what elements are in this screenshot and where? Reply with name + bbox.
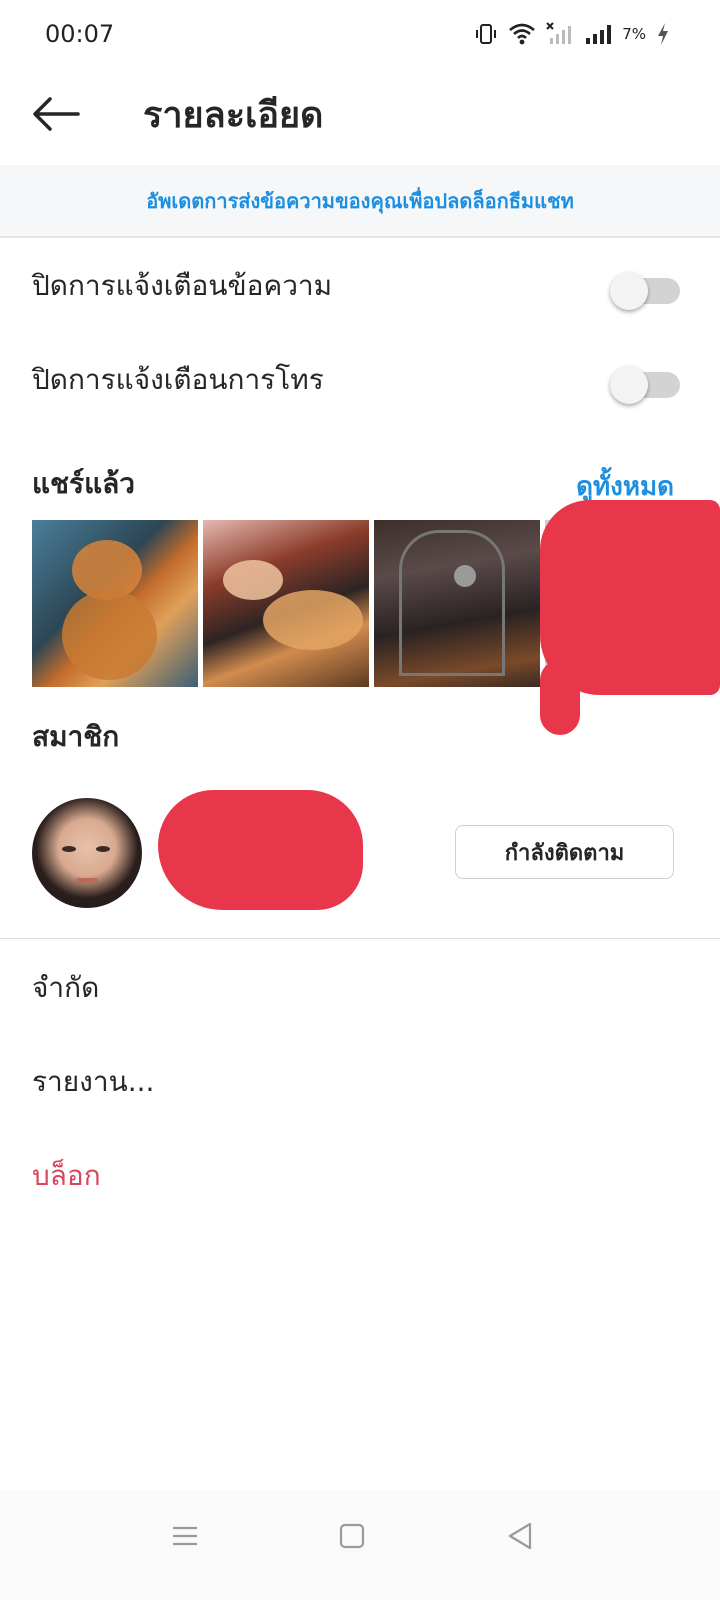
signal-off-icon — [546, 22, 574, 46]
avatar[interactable] — [32, 798, 142, 908]
shared-section-title: แชร์แล้ว — [32, 467, 136, 500]
shared-thumbnail-cat-1[interactable] — [32, 520, 198, 687]
home-button[interactable] — [322, 1508, 382, 1568]
arrow-left-icon — [32, 96, 80, 136]
shared-thumbnail-cat-2[interactable] — [203, 520, 369, 687]
block-action[interactable]: บล็อก — [32, 1154, 101, 1198]
toggle-knob — [610, 366, 648, 404]
members-section-title: สมาชิก — [32, 720, 120, 753]
redaction-mark — [158, 790, 363, 910]
app-header: รายละเอียด — [0, 70, 720, 165]
back-triangle-icon — [507, 1522, 533, 1554]
banner-link[interactable]: อัพเดตการส่งข้อความของคุณเพื่อปลดล็อกธีม… — [146, 185, 574, 217]
status-bar: 00:07 7% — [0, 0, 720, 70]
home-square-icon — [339, 1523, 365, 1553]
setting-label-mute-calls: ปิดการแจ้งเตือนการโทร — [32, 363, 324, 396]
battery-level: 7% — [622, 25, 646, 43]
wifi-icon — [508, 22, 536, 46]
menu-button[interactable] — [155, 1508, 215, 1568]
signal-icon — [584, 22, 612, 46]
mute-messages-row: ปิดการแจ้งเตือนข้อความ — [0, 240, 720, 334]
following-button[interactable]: กำลังติดตาม — [455, 825, 674, 879]
system-nav-bar — [0, 1490, 720, 1600]
mute-calls-row: ปิดการแจ้งเตือนการโทร — [0, 334, 720, 428]
back-nav-button[interactable] — [490, 1508, 550, 1568]
page-title: รายละเอียด — [143, 95, 324, 136]
status-time: 00:07 — [45, 20, 115, 48]
status-icons: 7% — [474, 22, 670, 46]
redaction-mark — [540, 660, 580, 735]
theme-unlock-banner[interactable]: อัพเดตการส่งข้อความของคุณเพื่อปลดล็อกธีม… — [0, 165, 720, 238]
menu-icon — [171, 1524, 199, 1552]
setting-label-mute-messages: ปิดการแจ้งเตือนข้อความ — [32, 269, 333, 302]
divider — [0, 938, 720, 939]
restrict-action[interactable]: จำกัด — [32, 966, 99, 1010]
vibrate-icon — [474, 22, 498, 46]
back-button[interactable] — [28, 90, 84, 142]
charging-icon — [656, 22, 670, 46]
mute-calls-toggle[interactable] — [610, 366, 680, 404]
report-action[interactable]: รายงาน... — [32, 1060, 154, 1104]
toggle-knob — [610, 272, 648, 310]
shared-thumbnail-bag[interactable] — [374, 520, 540, 687]
mute-messages-toggle[interactable] — [610, 272, 680, 310]
